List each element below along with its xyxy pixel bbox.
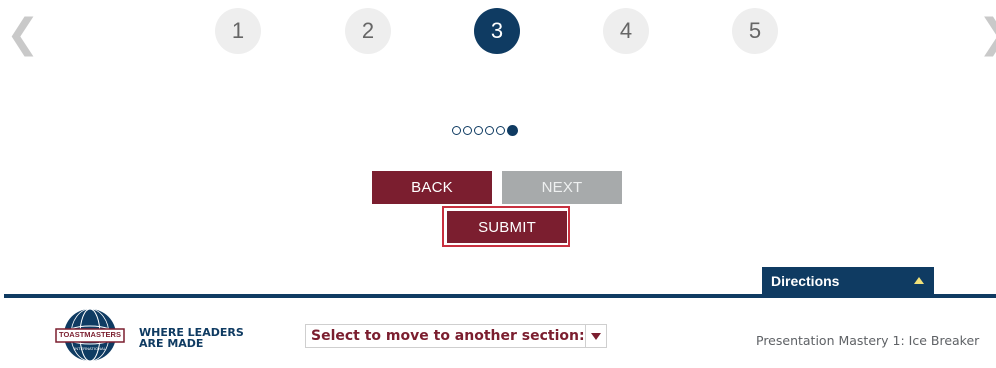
page-2-button[interactable]: 2: [345, 8, 391, 54]
tagline: WHERE LEADERS ARE MADE: [139, 327, 244, 349]
page-1-button[interactable]: 1: [215, 8, 261, 54]
directions-tab[interactable]: Directions: [762, 267, 934, 295]
progress-dot: [474, 126, 483, 135]
section-select-dropdown[interactable]: Select to move to another section:: [305, 324, 607, 348]
progress-dot-current: [507, 125, 518, 136]
progress-dot: [496, 126, 505, 135]
submit-button[interactable]: SUBMIT: [447, 211, 567, 243]
directions-label: Directions: [771, 273, 840, 289]
progress-dot: [485, 126, 494, 135]
dropdown-toggle[interactable]: [584, 325, 606, 347]
triangle-up-icon: [914, 277, 924, 284]
page-3-button[interactable]: 3: [474, 8, 520, 54]
progress-dots: [452, 125, 518, 136]
tagline-line-2: ARE MADE: [139, 337, 204, 350]
next-arrow-icon[interactable]: ❯: [978, 14, 996, 54]
back-button[interactable]: BACK: [372, 171, 492, 204]
footer-divider: [4, 294, 996, 298]
logo-text: TOASTMASTERS: [59, 330, 121, 339]
next-button[interactable]: NEXT: [502, 171, 622, 204]
prev-arrow-icon[interactable]: ❮: [6, 14, 40, 54]
page-4-button[interactable]: 4: [603, 8, 649, 54]
chevron-down-icon: [590, 332, 601, 340]
progress-dot: [463, 126, 472, 135]
progress-dot: [452, 126, 461, 135]
page-5-button[interactable]: 5: [732, 8, 778, 54]
toastmasters-logo: TOASTMASTERS INTERNATIONAL: [55, 308, 125, 362]
logo-subtext: INTERNATIONAL: [74, 346, 106, 351]
module-title: Presentation Mastery 1: Ice Breaker: [756, 333, 980, 348]
section-select-label: Select to move to another section:: [311, 328, 585, 344]
